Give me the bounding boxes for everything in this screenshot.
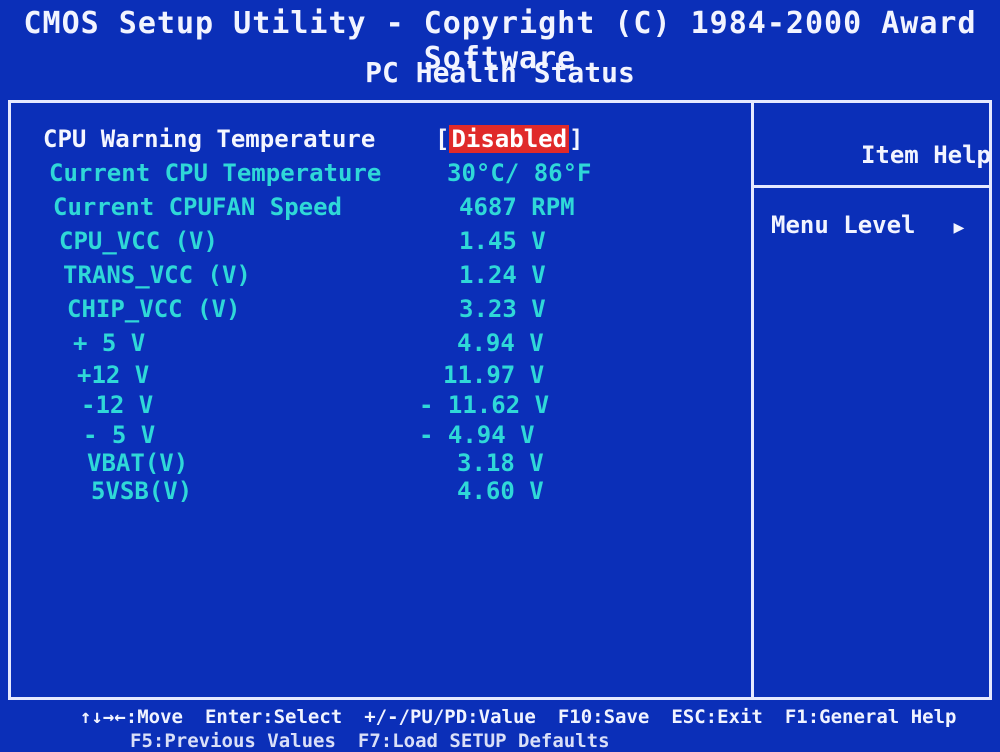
key-value: +/-/PU/PD:Value [364, 706, 536, 728]
setting-value: 4687 RPM [459, 193, 575, 221]
key-exit: ESC:Exit [671, 706, 763, 728]
main-frame: Item Help Menu Level ▶ CPU Warning Temper… [8, 100, 992, 700]
setting-label: CPU Warning Temperature [43, 125, 376, 153]
setting-value: 4.60 V [457, 477, 544, 505]
setting-value: - 4.94 V [419, 421, 535, 449]
setting-value: 4.94 V [457, 329, 544, 357]
setting-label: VBAT(V) [87, 449, 189, 477]
setting-chip-vcc: CHIP_VCC (V) 3.23 V [67, 295, 627, 327]
key-enter: Enter:Select [204, 706, 343, 728]
key-save: F10:Save [557, 706, 650, 728]
setting-value-select[interactable]: [Disabled] [435, 125, 584, 153]
setting-label: CHIP_VCC (V) [67, 295, 241, 323]
key-load-defaults: F7:Load SETUP Defaults [357, 730, 610, 752]
setting-value: - 11.62 V [419, 391, 550, 419]
setting-current-cpufan-speed: Current CPUFAN Speed 4687 RPM [53, 193, 613, 225]
setting-value: 3.23 V [459, 295, 546, 323]
setting-cpu-vcc: CPU_VCC (V) 1.45 V [59, 227, 619, 259]
setting-label: Current CPUFAN Speed [53, 193, 342, 221]
setting-current-cpu-temperature: Current CPU Temperature 30°C/ 86°F [49, 159, 609, 191]
setting-label: -12 V [81, 391, 154, 419]
setting-label: + 5 V [73, 329, 146, 357]
menu-level: Menu Level ▶ [771, 211, 964, 239]
key-help-line-1: ↑↓→←:Move Enter:Select +/-/PU/PD:Value F10:… [80, 706, 978, 728]
setting-label: +12 V [77, 361, 150, 389]
key-general-help: F1:General Help [784, 706, 957, 728]
title-bar: CMOS Setup Utility - Copyright (C) 1984-… [0, 0, 1000, 92]
page-title: PC Health Status [365, 56, 635, 89]
key-help-line-2: F5:Previous Values F7:Load SETUP Defaults [130, 730, 632, 752]
item-help-title: Item Help [860, 141, 991, 169]
panel-divider [751, 103, 754, 697]
setting-value: 1.45 V [459, 227, 546, 255]
right-arrow-icon: ▶ [953, 217, 965, 238]
setting-trans-vcc: TRANS_VCC (V) 1.24 V [63, 261, 623, 293]
setting-value: 1.24 V [459, 261, 546, 289]
setting-5vsb: 5VSB(V) 4.60 V [91, 477, 651, 509]
setting-plus-5v: + 5 V 4.94 V [73, 329, 633, 361]
setting-label: CPU_VCC (V) [59, 227, 218, 255]
key-previous-values: F5:Previous Values [130, 730, 336, 752]
setting-label: Current CPU Temperature [49, 159, 382, 187]
setting-label: TRANS_VCC (V) [63, 261, 251, 289]
setting-label: 5VSB(V) [91, 477, 193, 505]
setting-cpu-warning-temperature[interactable]: CPU Warning Temperature [Disabled] [43, 125, 603, 157]
setting-value: 30°C/ 86°F [447, 159, 592, 187]
setting-value: 11.97 V [443, 361, 545, 389]
setting-plus-12v: +12 V 11.97 V [77, 361, 637, 393]
key-help-bar: ↑↓→←:Move Enter:Select +/-/PU/PD:Value F10:… [60, 706, 980, 752]
setting-label: - 5 V [83, 421, 156, 449]
menu-level-label: Menu Level [771, 211, 916, 239]
setting-value: 3.18 V [457, 449, 544, 477]
selected-option[interactable]: Disabled [449, 125, 570, 153]
help-separator [754, 185, 992, 188]
setting-minus-12v: -12 V - 11.62 V [81, 391, 641, 423]
key-move: ↑↓→←:Move [80, 706, 183, 728]
